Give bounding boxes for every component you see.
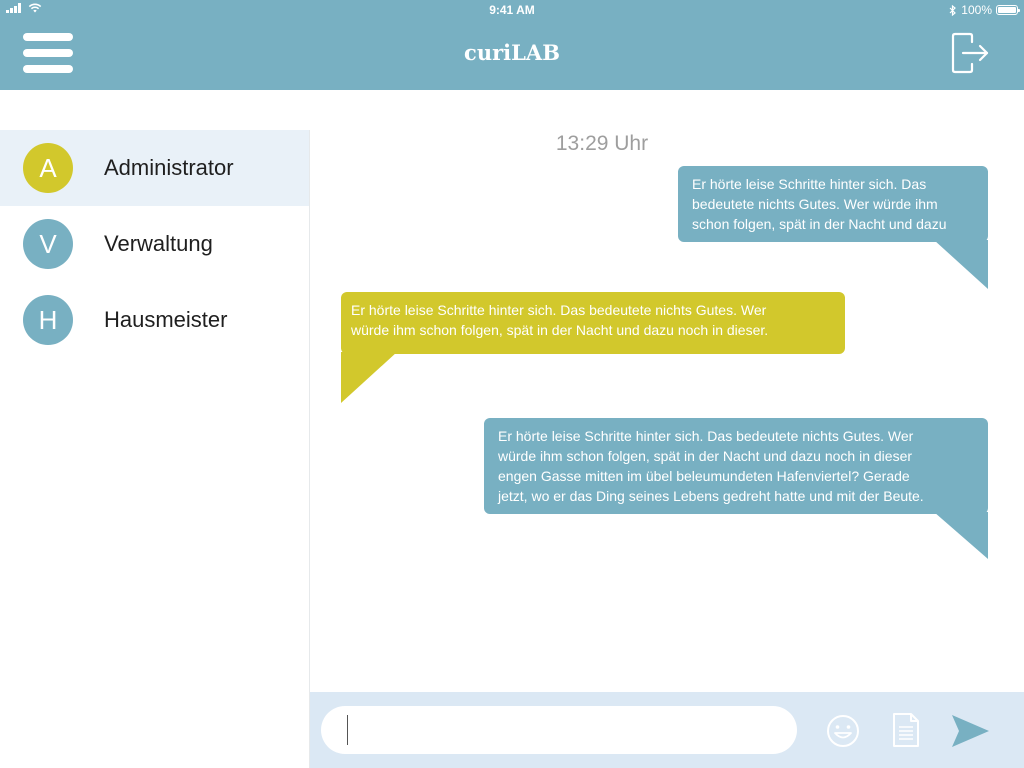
chat-area: 13:29 Uhr Er hörte leise Schritte hinter… xyxy=(310,90,1024,692)
message-composer xyxy=(310,692,1024,768)
bubble-tail xyxy=(341,352,397,403)
bubble-tail xyxy=(934,512,988,559)
app-root: 9:41 AM 100% curiLAB A Administrator V V… xyxy=(0,0,1024,768)
send-arrow-icon[interactable] xyxy=(952,714,990,748)
message-input[interactable] xyxy=(321,706,797,754)
logout-icon[interactable] xyxy=(950,32,990,74)
avatar: A xyxy=(23,143,73,193)
message-line: Er hörte leise Schritte hinter sich. Das… xyxy=(498,428,914,444)
message-bubble: Er hörte leise Schritte hinter sich. Das… xyxy=(484,418,988,514)
message-timestamp: 13:29 Uhr xyxy=(555,132,649,155)
bubble-tail xyxy=(934,240,988,289)
smiley-icon[interactable] xyxy=(826,714,860,748)
battery-text: 100% xyxy=(961,3,992,17)
document-icon[interactable] xyxy=(892,712,920,748)
text-caret xyxy=(347,715,348,745)
contact-item-administrator[interactable]: A Administrator xyxy=(0,130,309,206)
message-line: würde ihm schon folgen, spät in der Nach… xyxy=(498,448,913,464)
contacts-sidebar: A Administrator V Verwaltung H Hausmeist… xyxy=(0,130,309,768)
message-line: Er hörte leise Schritte hinter sich. Das xyxy=(692,176,927,192)
message-line: jetzt, wo er das Ding seines Lebens gedr… xyxy=(498,488,924,504)
contact-name: Verwaltung xyxy=(104,231,213,256)
avatar: H xyxy=(23,295,73,345)
bluetooth-icon xyxy=(949,4,957,16)
message-bubble: Er hörte leise Schritte hinter sich. Das… xyxy=(678,166,988,242)
message-line: würde ihm schon folgen, spät in der Nach… xyxy=(351,322,769,338)
battery-icon xyxy=(996,5,1020,15)
contact-item-hausmeister[interactable]: H Hausmeister xyxy=(0,282,309,358)
contact-name: Hausmeister xyxy=(104,307,228,332)
app-title: curiLAB xyxy=(464,40,560,65)
status-right: 100% xyxy=(949,3,1020,17)
contact-item-verwaltung[interactable]: V Verwaltung xyxy=(0,206,309,282)
message-bubble: Er hörte leise Schritte hinter sich. Das… xyxy=(341,292,845,354)
message-line: engen Gasse mitten im übel beleumundeten… xyxy=(498,468,910,484)
message-line: Er hörte leise Schritte hinter sich. Das… xyxy=(351,302,767,318)
contact-name: Administrator xyxy=(104,155,234,180)
message-line: bedeutete nichts Gutes. Wer würde ihm xyxy=(692,196,938,212)
top-bar: 9:41 AM 100% curiLAB xyxy=(0,0,1024,90)
status-bar: 9:41 AM 100% xyxy=(0,0,1024,20)
avatar: V xyxy=(23,219,73,269)
status-time: 9:41 AM xyxy=(489,3,535,17)
message-line: schon folgen, spät in der Nacht und dazu xyxy=(692,216,947,232)
